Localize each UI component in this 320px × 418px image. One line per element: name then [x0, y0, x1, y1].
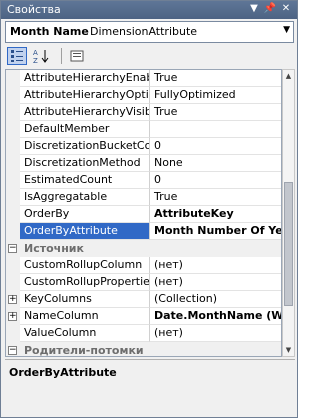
- scrollbar-thumb[interactable]: [284, 182, 293, 306]
- property-value[interactable]: [150, 121, 281, 138]
- pin-icon[interactable]: 📌: [263, 2, 277, 16]
- property-name: ValueColumn: [20, 325, 150, 342]
- property-name: DefaultMember: [20, 121, 150, 138]
- property-name: AttributeHierarchyVisible: [20, 104, 150, 121]
- property-name: AttributeHierarchyEnabled: [20, 70, 150, 87]
- property-row-attribute-hierarchy-visible[interactable]: AttributeHierarchyVisible True: [6, 104, 281, 121]
- property-row-order-by-attribute[interactable]: OrderByAttribute Month Number Of Year: [6, 223, 281, 240]
- property-value[interactable]: None: [150, 155, 281, 172]
- property-name: AttributeHierarchyOptimizedState: [20, 87, 150, 104]
- property-value[interactable]: (нет): [150, 257, 281, 274]
- property-name: DiscretizationBucketCount: [20, 138, 150, 155]
- scroll-up-icon[interactable]: ▲: [283, 70, 294, 82]
- property-name: OrderByAttribute: [20, 223, 150, 240]
- property-name: EstimatedCount: [20, 172, 150, 189]
- property-value[interactable]: (нет): [150, 325, 281, 342]
- collapse-icon[interactable]: −: [8, 244, 17, 253]
- property-row-estimated-count[interactable]: EstimatedCount 0: [6, 172, 281, 189]
- category-parent-child[interactable]: − Родители-потомки: [6, 342, 281, 357]
- object-name: Month Name: [10, 25, 89, 38]
- property-value[interactable]: True: [150, 189, 281, 206]
- property-row-custom-rollup-column[interactable]: CustomRollupColumn (нет): [6, 257, 281, 274]
- title-bar: Свойства ▼ 📌 ✕: [1, 1, 297, 19]
- property-row-name-column[interactable]: + NameColumn Date.MonthName (WChar): [6, 308, 281, 325]
- close-icon[interactable]: ✕: [279, 2, 293, 16]
- property-pages-icon[interactable]: [67, 47, 87, 65]
- property-row-key-columns[interactable]: + KeyColumns (Collection): [6, 291, 281, 308]
- property-grid: AttributeHierarchyEnabled True Attribute…: [5, 69, 282, 357]
- property-value[interactable]: (нет): [150, 274, 281, 291]
- vertical-scrollbar[interactable]: ▲ ▼: [282, 69, 295, 357]
- object-selector[interactable]: Month Name DimensionAttribute ▼: [5, 21, 294, 43]
- property-row-custom-rollup-properties-column[interactable]: CustomRollupPropertiesColumn (нет): [6, 274, 281, 291]
- property-row-discretization-method[interactable]: DiscretizationMethod None: [6, 155, 281, 172]
- property-row-is-aggregatable[interactable]: IsAggregatable True: [6, 189, 281, 206]
- dropdown-icon[interactable]: ▼: [247, 2, 261, 16]
- category-source[interactable]: − Источник: [6, 240, 281, 257]
- property-name: CustomRollupColumn: [20, 257, 150, 274]
- scroll-down-icon[interactable]: ▼: [283, 344, 294, 356]
- collapse-icon[interactable]: −: [8, 346, 17, 355]
- alphabetical-icon[interactable]: A Z: [31, 47, 51, 65]
- property-name: IsAggregatable: [20, 189, 150, 206]
- property-row-attribute-hierarchy-optimized-state[interactable]: AttributeHierarchyOptimizedState FullyOp…: [6, 87, 281, 104]
- object-type: DimensionAttribute: [90, 25, 198, 38]
- property-row-attribute-hierarchy-enabled[interactable]: AttributeHierarchyEnabled True: [6, 70, 281, 87]
- property-value[interactable]: 0: [150, 138, 281, 155]
- property-value[interactable]: True: [150, 70, 281, 87]
- svg-text:A: A: [33, 49, 38, 57]
- description-title: OrderByAttribute: [9, 366, 117, 379]
- expand-icon[interactable]: +: [8, 312, 17, 321]
- property-value[interactable]: AttributeKey: [150, 206, 281, 223]
- property-name: OrderBy: [20, 206, 150, 223]
- property-value[interactable]: (Collection): [150, 291, 281, 308]
- property-name: NameColumn: [20, 308, 150, 325]
- categorized-icon[interactable]: [7, 47, 27, 65]
- properties-toolbar: A Z: [1, 45, 297, 67]
- property-value[interactable]: True: [150, 104, 281, 121]
- property-row-default-member[interactable]: DefaultMember: [6, 121, 281, 138]
- chevron-down-icon[interactable]: ▼: [283, 25, 290, 35]
- window-title: Свойства: [7, 3, 61, 16]
- expand-icon[interactable]: +: [8, 295, 17, 304]
- svg-text:Z: Z: [33, 57, 38, 64]
- description-panel: OrderByAttribute: [5, 359, 295, 415]
- property-value[interactable]: FullyOptimized: [150, 87, 281, 104]
- property-value[interactable]: 0: [150, 172, 281, 189]
- category-label: Родители-потомки: [24, 344, 144, 357]
- property-name: KeyColumns: [20, 291, 150, 308]
- property-row-value-column[interactable]: ValueColumn (нет): [6, 325, 281, 342]
- property-name: CustomRollupPropertiesColumn: [20, 274, 150, 291]
- toolbar-separator: [61, 48, 62, 64]
- property-row-discretization-bucket-count[interactable]: DiscretizationBucketCount 0: [6, 138, 281, 155]
- category-label: Источник: [24, 242, 84, 255]
- property-value[interactable]: Date.MonthName (WChar): [150, 308, 281, 325]
- properties-window: Свойства ▼ 📌 ✕ Month Name DimensionAttri…: [0, 0, 298, 418]
- property-row-order-by[interactable]: OrderBy AttributeKey: [6, 206, 281, 223]
- property-name: DiscretizationMethod: [20, 155, 150, 172]
- property-value[interactable]: Month Number Of Year: [150, 223, 281, 240]
